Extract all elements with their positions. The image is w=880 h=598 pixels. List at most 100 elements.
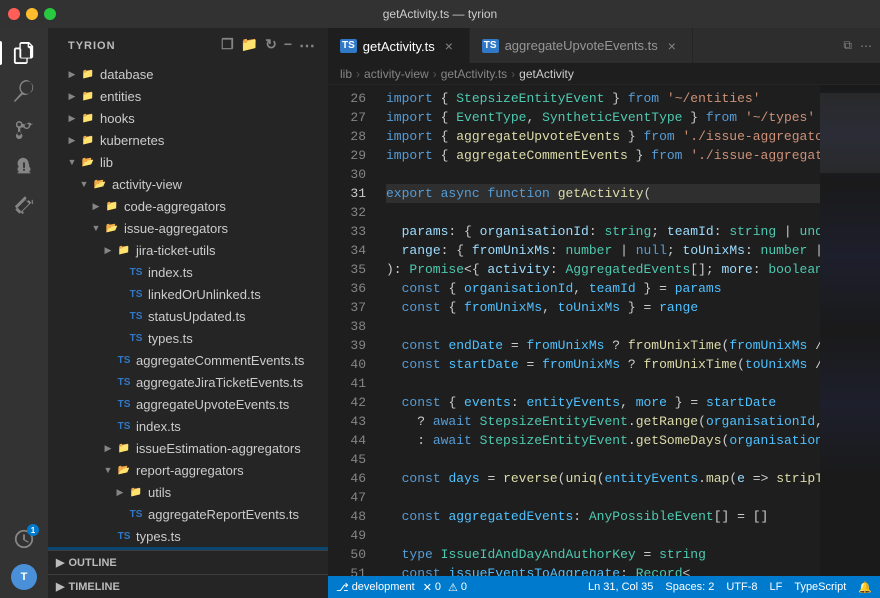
code-editor[interactable]: import { StepsizeEntityEvent } from '~/e…	[378, 85, 820, 576]
sidebar-header: TYRION ❐ 📁 ↻ − ⋯	[48, 28, 328, 63]
minimap	[820, 85, 880, 576]
breadcrumb-symbol[interactable]: getActivity	[519, 67, 574, 81]
tree-folder-lib[interactable]: ▼ 📂 lib	[48, 151, 328, 173]
status-notifications[interactable]: 🔔	[858, 581, 872, 594]
outline-panel[interactable]: ▶ OUTLINE	[48, 550, 328, 574]
folder-icon: 📁	[104, 198, 120, 214]
minimap-slider[interactable]	[820, 93, 880, 173]
extensions-activity-icon[interactable]	[7, 188, 41, 222]
tree-label: aggregateJiraTicketEvents.ts	[136, 375, 303, 390]
status-position[interactable]: Ln 31, Col 35	[588, 581, 653, 593]
arrow-icon: ▶	[64, 66, 80, 82]
close-button[interactable]	[8, 8, 20, 20]
sidebar: TYRION ❐ 📁 ↻ − ⋯ ▶ 📁 database ▶ 📁 entiti…	[48, 28, 328, 598]
breadcrumb-file[interactable]: getActivity.ts	[441, 67, 507, 81]
tab-aggregateUpvoteEvents[interactable]: TS aggregateUpvoteEvents.ts ×	[470, 28, 693, 63]
explorer-activity-icon[interactable]	[7, 36, 41, 70]
tree-file-aggregateJiraTicketEvents[interactable]: ▶ TS aggregateJiraTicketEvents.ts	[48, 371, 328, 393]
tree-folder-issueEstimation[interactable]: ▶ 📁 issueEstimation-aggregators	[48, 437, 328, 459]
tree-folder-hooks[interactable]: ▶ 📁 hooks	[48, 107, 328, 129]
avatar[interactable]: T	[11, 564, 37, 590]
search-activity-icon[interactable]	[7, 74, 41, 108]
arrow-icon: ▶	[64, 110, 80, 126]
position-text: Ln 31, Col 35	[588, 581, 653, 593]
sidebar-tree: ▶ 📁 database ▶ 📁 entities ▶ 📁 hooks ▶ 📁 …	[48, 63, 328, 550]
arrow-icon: ▼	[76, 176, 92, 192]
run-debug-activity-icon[interactable]	[7, 150, 41, 184]
tree-file-aggregateUpvoteEvents[interactable]: ▶ TS aggregateUpvoteEvents.ts	[48, 393, 328, 415]
tree-file-types-1[interactable]: ▶ TS types.ts	[48, 327, 328, 349]
folder-icon: 📁	[116, 242, 132, 258]
tree-file-linkedOrUnlinked[interactable]: ▶ TS linkedOrUnlinked.ts	[48, 283, 328, 305]
tree-file-index-ts-1[interactable]: ▶ TS index.ts	[48, 261, 328, 283]
more-tabs-icon[interactable]: ⋯	[860, 39, 872, 53]
tree-folder-activity-view[interactable]: ▼ 📂 activity-view	[48, 173, 328, 195]
new-file-icon[interactable]: ❐	[221, 36, 235, 56]
bell-icon: 🔔	[858, 581, 872, 594]
status-errors[interactable]: ✕ 0 ⚠ 0	[423, 581, 467, 594]
tree-folder-report-aggregators[interactable]: ▼ 📂 report-aggregators	[48, 459, 328, 481]
split-editor-icon[interactable]: ⧉	[843, 38, 852, 53]
ts-file-icon: TS	[128, 506, 144, 522]
editor-content: 2627282930 31 32333435363738394041424344…	[328, 85, 880, 576]
badge: 1	[27, 524, 39, 536]
window-title: getActivity.ts — tyrion	[383, 7, 497, 21]
warning-count: 0	[461, 581, 467, 593]
tree-label: report-aggregators	[136, 463, 244, 478]
tab-label: aggregateUpvoteEvents.ts	[505, 38, 658, 53]
outline-label: OUTLINE	[68, 557, 116, 569]
ts-file-icon: TS	[116, 528, 132, 544]
collapse-all-icon[interactable]: −	[284, 36, 293, 56]
main-layout: 1 T TYRION ❐ 📁 ↻ − ⋯ ▶ 📁 database	[0, 28, 880, 598]
breadcrumb-lib[interactable]: lib	[340, 67, 352, 81]
folder-icon: 📁	[128, 484, 144, 500]
arrow-icon: ▶	[100, 242, 116, 258]
tree-folder-database[interactable]: ▶ 📁 database	[48, 63, 328, 85]
status-branch[interactable]: ⎇ development	[336, 581, 415, 594]
tree-file-aggregateReportEvents[interactable]: ▶ TS aggregateReportEvents.ts	[48, 503, 328, 525]
tree-file-types-2[interactable]: ▶ TS types.ts	[48, 525, 328, 547]
tree-label: entities	[100, 89, 141, 104]
new-folder-icon[interactable]: 📁	[241, 36, 259, 56]
ts-file-icon: TS	[128, 264, 144, 280]
arrow-icon: ▶	[88, 198, 104, 214]
tree-label: aggregateUpvoteEvents.ts	[136, 397, 289, 412]
tree-folder-entities[interactable]: ▶ 📁 entities	[48, 85, 328, 107]
minimize-button[interactable]	[26, 8, 38, 20]
breadcrumb-activity-view[interactable]: activity-view	[364, 67, 429, 81]
outline-arrow: ▶	[56, 556, 64, 569]
tab-close-icon[interactable]: ×	[664, 38, 680, 54]
source-control-activity-icon[interactable]	[7, 112, 41, 146]
timeline-panel[interactable]: ▶ TIMELINE	[48, 574, 328, 598]
status-encoding[interactable]: UTF-8	[726, 581, 757, 593]
arrow-icon: ▶	[100, 440, 116, 456]
tree-label: utils	[148, 485, 171, 500]
status-language[interactable]: TypeScript	[794, 581, 846, 593]
tree-label: statusUpdated.ts	[148, 309, 246, 324]
more-actions-icon[interactable]: ⋯	[299, 36, 316, 56]
tree-file-index-ts-2[interactable]: ▶ TS index.ts	[48, 415, 328, 437]
tree-folder-issue-aggregators[interactable]: ▼ 📂 issue-aggregators	[48, 217, 328, 239]
ts-file-icon: TS	[128, 286, 144, 302]
spaces-text: Spaces: 2	[665, 581, 714, 593]
activity-bar: 1 T	[0, 28, 48, 598]
tree-folder-utils[interactable]: ▶ 📁 utils	[48, 481, 328, 503]
branch-name: development	[352, 581, 415, 593]
arrow-icon: ▼	[64, 154, 80, 170]
tab-getActivity[interactable]: TS getActivity.ts ×	[328, 28, 470, 63]
status-spaces[interactable]: Spaces: 2	[665, 581, 714, 593]
line-numbers: 2627282930 31 32333435363738394041424344…	[328, 85, 378, 576]
status-line-ending[interactable]: LF	[769, 581, 782, 593]
tab-close-icon[interactable]: ×	[441, 38, 457, 54]
tree-folder-code-aggregators[interactable]: ▶ 📁 code-aggregators	[48, 195, 328, 217]
tree-folder-kubernetes[interactable]: ▶ 📁 kubernetes	[48, 129, 328, 151]
folder-icon-open: 📂	[92, 176, 108, 192]
tree-folder-jira-ticket-utils[interactable]: ▶ 📁 jira-ticket-utils	[48, 239, 328, 261]
maximize-button[interactable]	[44, 8, 56, 20]
tree-file-aggregateCommentEvents[interactable]: ▶ TS aggregateCommentEvents.ts	[48, 349, 328, 371]
arrow-icon: ▶	[64, 88, 80, 104]
refresh-icon[interactable]: ↻	[265, 36, 278, 56]
tree-file-statusUpdated[interactable]: ▶ TS statusUpdated.ts	[48, 305, 328, 327]
remote-icon[interactable]: 1	[7, 522, 41, 556]
timeline-arrow: ▶	[56, 580, 64, 593]
